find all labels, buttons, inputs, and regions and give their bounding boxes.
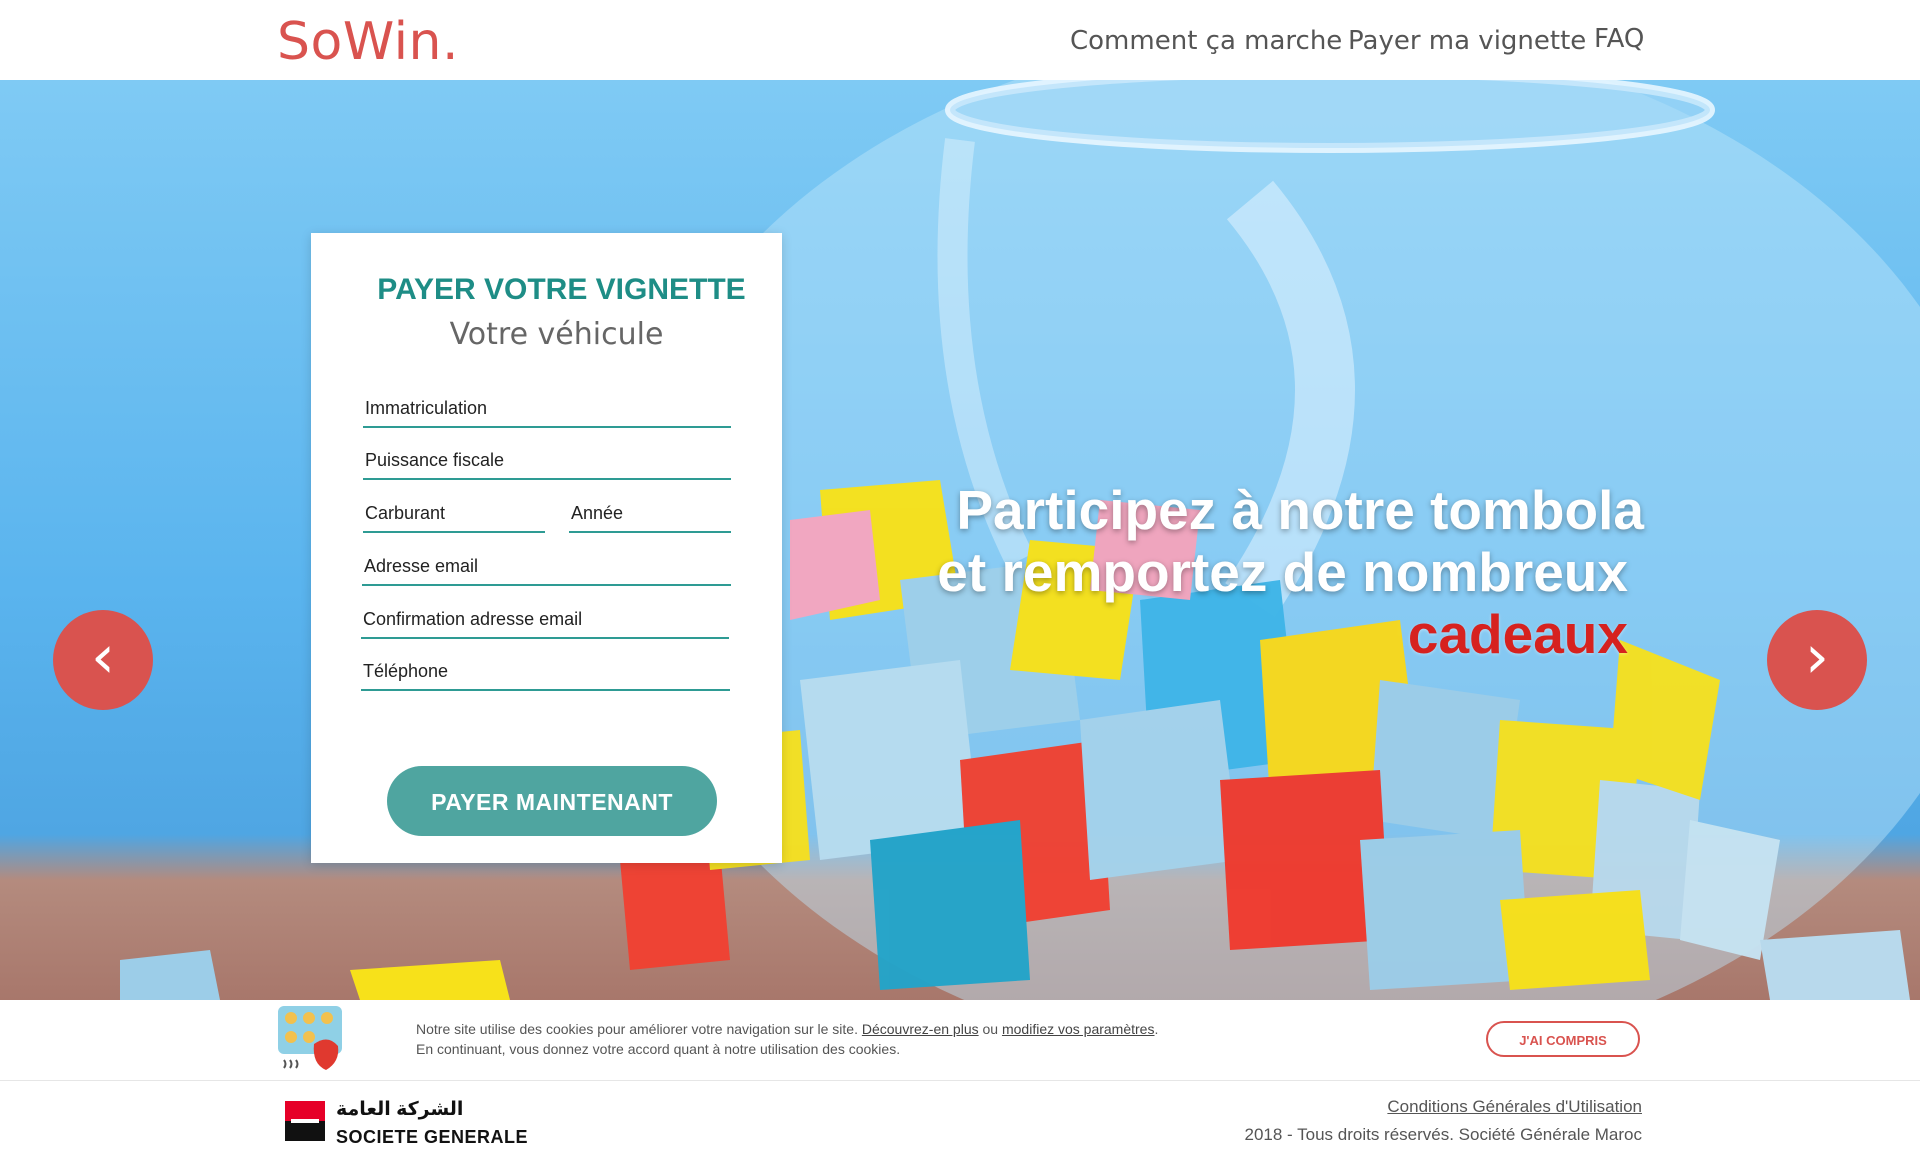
carousel-next-button[interactable]: › [1767,610,1867,710]
carousel-prev-button[interactable]: ‹ [53,610,153,710]
chevron-left-icon: ‹ [91,622,115,692]
modify-settings-link[interactable]: modifiez vos paramètres [1002,1021,1155,1037]
pay-now-button[interactable]: PAYER MAINTENANT [387,766,717,836]
chevron-right-icon: › [1805,622,1829,692]
cookie-joiner: ou [982,1021,999,1037]
nav-faq[interactable]: FAQ [1594,24,1644,54]
headline-line-1: Participez à notre tombola [956,479,1644,541]
nav-payer-ma-vignette[interactable]: Payer ma vignette [1348,26,1586,56]
telephone-field[interactable]: Téléphone [361,651,730,691]
cookie-message: Notre site utilise des cookies pour amél… [416,1019,1158,1059]
carburant-field[interactable]: Carburant [363,493,545,533]
form-subtitle: Votre véhicule [449,317,664,352]
headline-line-2: et remportez de nombreux [937,541,1628,603]
footer: الشركة العامة SOCIETE GENERALE Condition… [0,1081,1920,1160]
cgu-link[interactable]: Conditions Générales d'Utilisation [1387,1097,1642,1117]
puissance-fiscale-field[interactable]: Puissance fiscale [363,440,731,480]
cookie-banner: Notre site utilise des cookies pour amél… [0,1000,1920,1081]
hero-banner: Participez à notre tombola et remportez … [0,80,1920,1000]
cookie-text-1: Notre site utilise des cookies pour amél… [416,1021,858,1037]
copyright: 2018 - Tous droits réservés. Société Gén… [1244,1125,1643,1144]
top-navbar: SoWin. Comment ça marche Payer ma vignet… [0,0,1920,81]
sowin-logo[interactable]: SoWin. [277,12,459,72]
cookie-end: . [1154,1021,1159,1037]
brand-name: SOCIETE GENERALE [336,1127,529,1147]
accept-cookies-button[interactable]: J'AI COMPRIS [1486,1021,1640,1057]
societe-generale-logo-icon [285,1101,325,1141]
cookie-text-2: En continuant, vous donnez votre accord … [416,1041,901,1057]
email-field[interactable]: Adresse email [362,546,731,586]
headline-line-3: cadeaux [1407,603,1628,665]
payment-form-card: PAYER VOTRE VIGNETTE Votre véhicule Imma… [311,233,782,863]
learn-more-link[interactable]: Découvrez-en plus [862,1021,979,1037]
cookie-tray-icon [278,1006,342,1070]
email-confirmation-field[interactable]: Confirmation adresse email [361,599,729,639]
annee-field[interactable]: Année [569,493,731,533]
form-title: PAYER VOTRE VIGNETTE [377,273,746,306]
immatriculation-field[interactable]: Immatriculation [363,388,731,428]
brand-name-arabic: الشركة العامة [336,1099,464,1120]
nav-comment-ca-marche[interactable]: Comment ça marche [1070,26,1342,56]
